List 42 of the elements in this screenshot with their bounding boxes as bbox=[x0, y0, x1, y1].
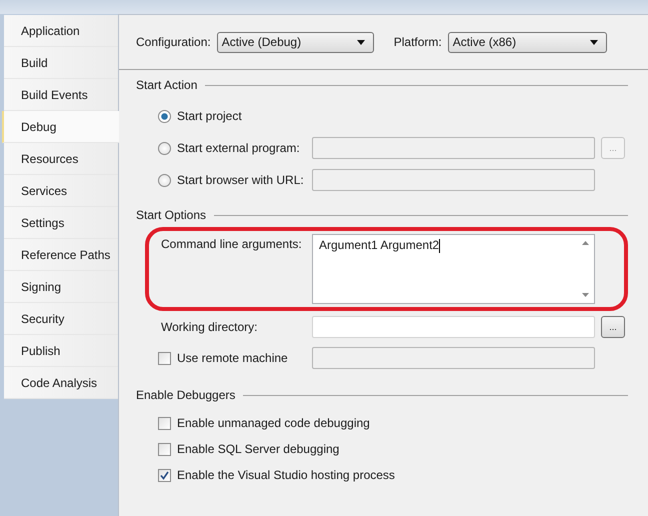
radio-option[interactable]: Start external program: bbox=[136, 141, 312, 155]
platform-dropdown[interactable]: Active (x86) bbox=[448, 32, 607, 52]
radio-button[interactable] bbox=[158, 174, 171, 186]
sidebar-tab[interactable]: Application bbox=[4, 15, 118, 47]
checkbox[interactable] bbox=[158, 442, 171, 456]
sidebar-tab[interactable]: Settings bbox=[4, 207, 118, 239]
scroll-up-icon[interactable] bbox=[582, 241, 589, 245]
sidebar-tab[interactable]: Signing bbox=[4, 271, 118, 303]
checkbox-option[interactable]: Enable unmanaged code debugging bbox=[136, 416, 370, 430]
caret-icon bbox=[356, 40, 365, 44]
radio-button[interactable] bbox=[158, 110, 171, 122]
sidebar-tab[interactable]: Services bbox=[4, 175, 118, 207]
sidebar-tab[interactable]: Publish bbox=[4, 335, 118, 367]
sidebar-tab[interactable]: Reference Paths bbox=[4, 239, 118, 271]
field-label: Command line arguments: bbox=[160, 236, 303, 251]
caret-icon bbox=[590, 40, 598, 44]
radio-option[interactable]: Start project bbox=[136, 109, 312, 123]
sidebar-tab[interactable]: Build Events bbox=[4, 79, 118, 111]
checkbox[interactable] bbox=[158, 468, 171, 482]
sidebar-tab[interactable]: Build bbox=[4, 47, 118, 79]
configuration-label: Configuration: bbox=[136, 35, 211, 49]
section-heading: Enable Debuggers bbox=[136, 388, 236, 402]
configuration-dropdown[interactable]: Active (Debug) bbox=[216, 32, 374, 52]
platform-label: Platform: bbox=[394, 35, 442, 49]
checkbox-option[interactable]: Use remote machine bbox=[136, 351, 312, 365]
browse-button[interactable]: ... bbox=[601, 316, 625, 338]
scroll-down-icon[interactable] bbox=[582, 293, 589, 297]
field-label: Working directory: bbox=[160, 320, 258, 334]
checkbox[interactable] bbox=[158, 416, 171, 430]
sidebar-tab[interactable]: Security bbox=[4, 303, 118, 335]
section-heading: Start Options bbox=[136, 208, 206, 222]
sidebar-tab[interactable]: Debug bbox=[2, 111, 119, 143]
sidebar-tab[interactable]: Code Analysis bbox=[4, 367, 118, 399]
section-heading: Start Action bbox=[136, 78, 198, 92]
arguments-textarea[interactable]: Argument1 Argument2 bbox=[312, 234, 595, 304]
checkbox-option[interactable]: Enable SQL Server debugging bbox=[136, 442, 340, 456]
checkbox[interactable] bbox=[158, 352, 171, 364]
radio-button[interactable] bbox=[158, 142, 171, 154]
input-field[interactable] bbox=[312, 316, 595, 338]
checkbox-option[interactable]: Enable the Visual Studio hosting process bbox=[136, 468, 395, 482]
sidebar-tab[interactable]: Resources bbox=[4, 143, 118, 175]
radio-option[interactable]: Start browser with URL: bbox=[136, 173, 312, 187]
